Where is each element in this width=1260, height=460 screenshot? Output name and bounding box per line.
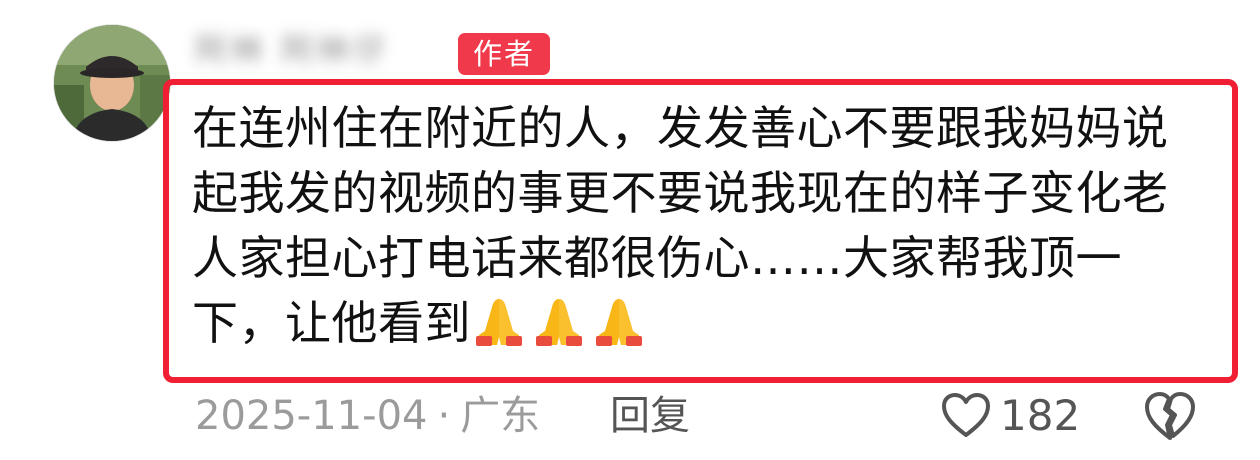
comment-meta: 2025-11-04 · 广东 bbox=[195, 388, 540, 444]
comment-text-line: 下，让他看到 bbox=[192, 296, 471, 350]
comment-text-line: 人家担心打电话来都很伤心……大家帮我顶一 bbox=[192, 231, 1122, 285]
comment-text: 在连州住在附近的人，发发善心不要跟我妈妈说 起我发的视频的事更不要说我现在的样子… bbox=[192, 96, 1212, 356]
meta-separator: · bbox=[437, 393, 451, 439]
like-button[interactable]: 182 bbox=[940, 386, 1080, 444]
folded-hands-icon bbox=[476, 299, 522, 346]
comment-text-line: 在连州住在附近的人，发发善心不要跟我妈妈说 bbox=[192, 101, 1169, 155]
folded-hands-icon bbox=[536, 299, 582, 346]
comment-item: 阿林 阿林仔 作者 在连州住在附近的人，发发善心不要跟我妈妈说 起我发的视频的事… bbox=[0, 0, 1260, 460]
author-badge: 作者 bbox=[458, 33, 550, 75]
heart-icon bbox=[942, 393, 990, 437]
avatar[interactable] bbox=[53, 24, 171, 142]
avatar-image bbox=[54, 25, 170, 141]
comment-text-line: 起我发的视频的事更不要说我现在的样子变化老 bbox=[192, 166, 1169, 220]
comment-date: 2025-11-04 bbox=[195, 393, 428, 439]
folded-hands-icon bbox=[596, 299, 642, 346]
reply-button[interactable]: 回复 bbox=[610, 388, 690, 444]
comment-location: 广东 bbox=[460, 393, 541, 439]
like-count: 182 bbox=[1000, 390, 1081, 440]
username[interactable]: 阿林 阿林仔 bbox=[195, 28, 445, 72]
broken-heart-icon[interactable] bbox=[1142, 388, 1198, 444]
